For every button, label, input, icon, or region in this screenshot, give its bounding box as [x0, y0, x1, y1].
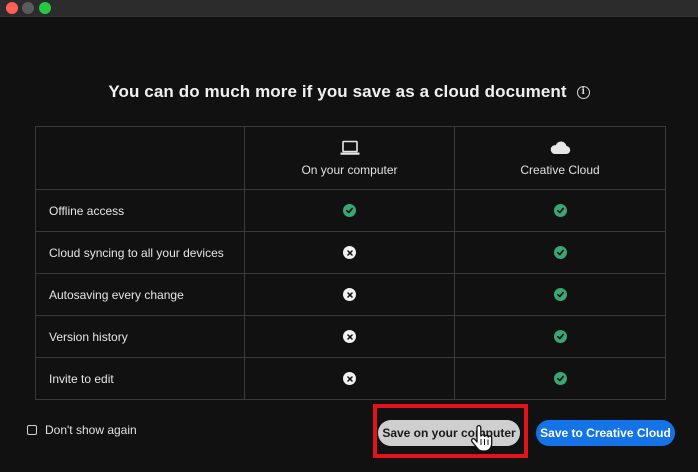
- highlight-annotation: [373, 404, 528, 458]
- close-window-button[interactable]: [6, 2, 18, 14]
- table-header-empty: [35, 126, 245, 190]
- check-icon: [553, 203, 567, 217]
- cell-computer: [244, 357, 455, 400]
- dont-show-again[interactable]: Don't show again: [27, 423, 137, 437]
- dont-show-checkbox[interactable]: [27, 425, 37, 435]
- cell-cloud: [454, 189, 666, 232]
- column-header-computer: On your computer: [244, 126, 455, 190]
- save-to-creative-cloud-button[interactable]: Save to Creative Cloud: [536, 420, 675, 446]
- x-circle-icon: [343, 288, 356, 301]
- cell-cloud: [454, 315, 666, 358]
- table-row: Autosaving every change: [35, 273, 666, 316]
- table-row: Cloud syncing to all your devices: [35, 231, 666, 274]
- window-titlebar: [0, 0, 698, 17]
- hand-cursor-icon: [470, 424, 493, 452]
- comparison-table: On your computer Creative Cloud Offline …: [35, 126, 666, 400]
- table-row: Invite to edit: [35, 357, 666, 400]
- cell-computer: [244, 315, 455, 358]
- cell-computer: [244, 189, 455, 232]
- cell-cloud: [454, 273, 666, 316]
- check-icon: [553, 245, 567, 259]
- dialog-header: You can do much more if you save as a cl…: [0, 80, 698, 104]
- x-circle-icon: [343, 372, 356, 385]
- minimize-window-button[interactable]: [22, 2, 34, 14]
- table-row: Version history: [35, 315, 666, 358]
- x-circle-icon: [343, 246, 356, 259]
- cell-computer: [244, 231, 455, 274]
- cell-computer: [244, 273, 455, 316]
- table-row: Offline access: [35, 189, 666, 232]
- table-header-row: On your computer Creative Cloud: [35, 126, 666, 190]
- dont-show-label: Don't show again: [45, 423, 137, 437]
- feature-label: Version history: [35, 315, 245, 358]
- feature-label: Cloud syncing to all your devices: [35, 231, 245, 274]
- cell-cloud: [454, 357, 666, 400]
- check-icon: [343, 203, 356, 217]
- check-icon: [553, 329, 567, 343]
- cloud-icon: [550, 141, 571, 155]
- column-header-cloud: Creative Cloud: [454, 126, 666, 190]
- column-label-cloud: Creative Cloud: [520, 163, 600, 177]
- check-icon: [553, 371, 567, 385]
- feature-label: Offline access: [35, 189, 245, 232]
- feature-label: Invite to edit: [35, 357, 245, 400]
- zoom-window-button[interactable]: [39, 2, 51, 14]
- column-label-computer: On your computer: [301, 163, 398, 177]
- x-circle-icon: [343, 330, 356, 343]
- laptop-icon: [340, 140, 359, 155]
- feature-label: Autosaving every change: [35, 273, 245, 316]
- check-icon: [553, 287, 567, 301]
- dialog-title: You can do much more if you save as a cl…: [108, 82, 567, 101]
- info-icon[interactable]: i: [576, 85, 590, 99]
- cell-cloud: [454, 231, 666, 274]
